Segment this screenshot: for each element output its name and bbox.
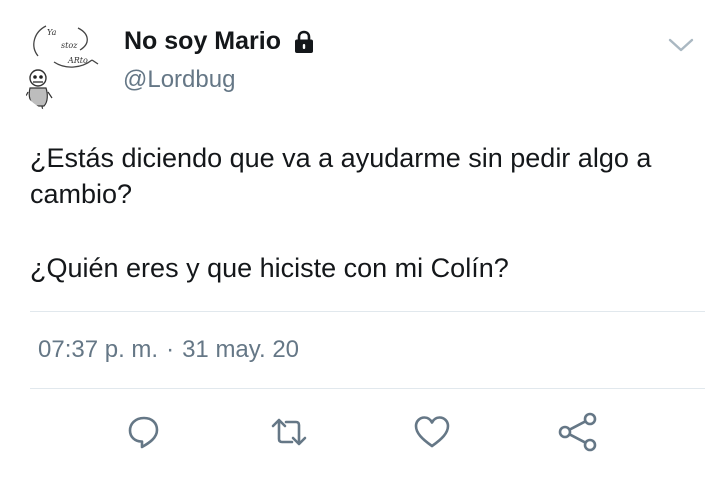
display-name[interactable]: No soy Mario <box>124 27 281 56</box>
tweet-paragraph-1: ¿Estás diciendo que va a ayudarme sin pe… <box>30 143 652 209</box>
lock-icon <box>291 29 317 55</box>
divider <box>30 311 705 312</box>
display-name-row[interactable]: No soy Mario <box>124 27 317 56</box>
tweet-timestamp[interactable]: 07:37 p. m. · 31 may. 20 <box>38 336 299 364</box>
share-icon[interactable] <box>555 410 599 454</box>
avatar-bubble-text-3: ARto <box>67 56 88 65</box>
avatar[interactable]: Ya stoz ARto <box>16 18 112 114</box>
action-bar <box>0 410 720 454</box>
avatar-drawing: Ya stoz ARto <box>23 25 99 113</box>
divider <box>30 388 705 389</box>
comment-icon[interactable] <box>122 410 166 454</box>
tweet-time: 07:37 p. m. <box>38 336 159 363</box>
avatar-bubble-text-1: Ya <box>47 28 57 37</box>
tweet-paragraph-2: ¿Quién eres y que hiciste con mi Colín? <box>30 253 509 283</box>
tweet-text: ¿Estás diciendo que va a ayudarme sin pe… <box>30 140 690 286</box>
retweet-icon[interactable] <box>267 410 311 454</box>
username[interactable]: @Lordbug <box>123 66 235 94</box>
tweet-card: Ya stoz ARto No soy Mario @Lordbug ¿Está… <box>0 0 720 479</box>
chevron-down-icon[interactable] <box>666 30 696 60</box>
heart-icon[interactable] <box>410 410 454 454</box>
tweet-date: 31 may. 20 <box>182 336 300 363</box>
avatar-bubble-text-2: stoz <box>61 41 78 50</box>
meta-separator: · <box>166 336 175 363</box>
